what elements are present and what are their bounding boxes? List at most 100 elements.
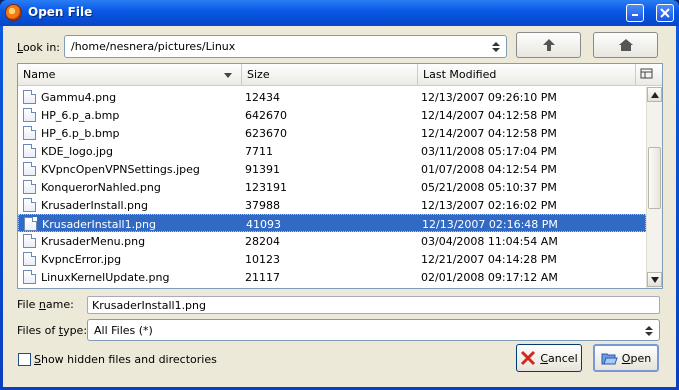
file-name: KVpncOpenVPNSettings.jpeg: [41, 163, 200, 176]
image-file-icon: [23, 180, 36, 194]
file-name: HP_6.p_a.bmp: [41, 109, 120, 122]
file-row[interactable]: HP_6.p_b.bmp 623670 12/14/2007 04:12:58 PM: [18, 124, 646, 142]
column-last-modified[interactable]: Last Modified: [418, 64, 636, 86]
file-row[interactable]: KrusaderInstall.png 37988 12/13/2007 02:16…: [18, 196, 646, 214]
file-name: KDE_logo.jpg: [41, 145, 113, 158]
open-label: Open: [621, 351, 652, 365]
cancel-x-icon: [521, 350, 536, 366]
open-button[interactable]: Open: [593, 344, 659, 372]
file-modified: 01/07/2008 04:12:54 PM: [421, 163, 557, 176]
file-modified: 12/13/2007 02:16:02 PM: [421, 199, 557, 212]
file-size: 37988: [245, 199, 280, 212]
file-type-combobox[interactable]: All Files (*): [87, 319, 660, 341]
scroll-down-icon: [650, 276, 659, 283]
file-size: 28204: [245, 235, 280, 248]
updown-arrows-icon: [643, 323, 655, 339]
firefox-icon: [5, 4, 22, 21]
image-file-icon: [23, 162, 36, 176]
image-file-icon: [23, 270, 36, 284]
file-name: HP_6.p_b.bmp: [41, 127, 120, 140]
window-title: Open File: [28, 5, 93, 19]
file-modified: 12/13/2007 09:26:10 PM: [421, 91, 557, 104]
look-in-path: /home/nesnera/pictures/Linux: [71, 40, 236, 53]
scroll-up-icon: [650, 91, 659, 98]
file-row[interactable]: KrusaderMenu.png 28204 03/04/2008 11:04:54…: [18, 232, 646, 250]
image-file-icon: [23, 252, 36, 266]
home-button[interactable]: [593, 32, 658, 58]
scroll-thumb[interactable]: [648, 147, 661, 209]
cancel-button[interactable]: Cancel: [516, 344, 582, 372]
close-icon: [660, 8, 670, 18]
image-file-icon: [23, 108, 36, 122]
file-modified: 12/21/2007 04:14:28 PM: [421, 253, 557, 266]
title-bar[interactable]: Open File: [0, 0, 679, 26]
cancel-label: Cancel: [540, 351, 578, 365]
file-row[interactable]: KonquerorNahled.png 123191 05/21/2008 05:1…: [18, 178, 646, 196]
file-name: KonquerorNahled.png: [41, 181, 161, 194]
file-modified: 12/14/2007 04:12:58 PM: [421, 109, 557, 122]
file-name: LinuxKernelUpdate.png: [41, 271, 170, 284]
file-modified: 12/13/2007 02:16:48 PM: [422, 218, 558, 231]
file-name: Gammu4.png: [41, 91, 117, 104]
file-modified: 05/21/2008 05:10:37 PM: [421, 181, 557, 194]
file-row[interactable]: Gammu4.png 12434 12/13/2007 09:26:10 PM: [18, 88, 646, 106]
up-folder-button[interactable]: [516, 32, 581, 58]
file-list[interactable]: Name Size Last Modified Gammu4.png 12434 1…: [17, 63, 663, 289]
file-modified: 03/11/2008 05:17:04 PM: [421, 145, 557, 158]
file-modified: 03/04/2008 11:04:54 AM: [421, 235, 558, 248]
look-in-label: Look in:: [17, 41, 60, 54]
column-size[interactable]: Size: [242, 64, 418, 86]
open-folder-icon: [601, 353, 618, 365]
minimize-button[interactable]: [626, 4, 644, 22]
image-file-icon: [23, 90, 36, 104]
file-size: 123191: [245, 181, 287, 194]
file-size: 642670: [245, 109, 287, 122]
file-size: 10123: [245, 253, 280, 266]
image-file-icon: [24, 217, 37, 231]
look-in-combobox[interactable]: /home/nesnera/pictures/Linux: [64, 35, 507, 58]
open-file-window: Open File Look in: /home/nesnera/picture…: [0, 0, 679, 390]
column-name[interactable]: Name: [18, 64, 242, 86]
file-rows: Gammu4.png 12434 12/13/2007 09:26:10 PM HP_…: [18, 88, 646, 288]
file-name: KrusaderInstall.png: [41, 199, 148, 212]
file-row[interactable]: HP_6.p_a.bmp 642670 12/14/2007 04:12:58 PM: [18, 106, 646, 124]
arrow-up-icon: [542, 39, 555, 51]
file-row[interactable]: KrusaderInstall1.png 41093 12/13/2007 02:1…: [18, 214, 646, 232]
file-size: 91391: [245, 163, 280, 176]
updown-arrows-icon: [490, 39, 502, 55]
minimize-icon: [632, 14, 638, 16]
file-modified: 02/01/2008 09:17:12 AM: [421, 271, 558, 284]
scroll-down-button[interactable]: [647, 272, 662, 287]
file-modified: 12/14/2007 04:12:58 PM: [421, 127, 557, 140]
file-size: 21117: [245, 271, 280, 284]
file-row[interactable]: KDE_logo.jpg 7711 03/11/2008 05:17:04 PM: [18, 142, 646, 160]
column-header: Name Size Last Modified: [18, 64, 662, 86]
sort-descending-icon: [224, 73, 232, 78]
image-file-icon: [23, 144, 36, 158]
vertical-scrollbar[interactable]: [646, 87, 662, 288]
file-size: 623670: [245, 127, 287, 140]
image-file-icon: [23, 126, 36, 140]
show-hidden-label[interactable]: Show hidden files and directories: [34, 353, 217, 366]
file-size: 7711: [245, 145, 273, 158]
file-row[interactable]: LinuxKernelUpdate.png 21117 02/01/2008 09:…: [18, 268, 646, 286]
scroll-up-button[interactable]: [647, 87, 662, 102]
close-button[interactable]: [656, 4, 674, 22]
file-type-value: All Files (*): [94, 324, 153, 337]
show-hidden-checkbox[interactable]: [18, 353, 31, 366]
column-chooser-icon[interactable]: [640, 67, 654, 81]
image-file-icon: [23, 234, 36, 248]
file-name-label: File name:: [17, 298, 74, 311]
image-file-icon: [23, 198, 36, 212]
file-row[interactable]: KVpncOpenVPNSettings.jpeg 91391 01/07/2008…: [18, 160, 646, 178]
dialog-body: Look in: /home/nesnera/pictures/Linux Na…: [3, 26, 676, 387]
file-name: KrusaderMenu.png: [41, 235, 146, 248]
file-name-input[interactable]: [87, 296, 660, 314]
home-icon: [618, 39, 633, 51]
file-name: KvpncError.jpg: [41, 253, 122, 266]
file-type-label: Files of type:: [17, 324, 88, 337]
file-name: KrusaderInstall1.png: [42, 218, 156, 231]
file-size: 12434: [245, 91, 280, 104]
file-size: 41093: [246, 218, 281, 231]
file-row[interactable]: KvpncError.jpg 10123 12/21/2007 04:14:28 P…: [18, 250, 646, 268]
